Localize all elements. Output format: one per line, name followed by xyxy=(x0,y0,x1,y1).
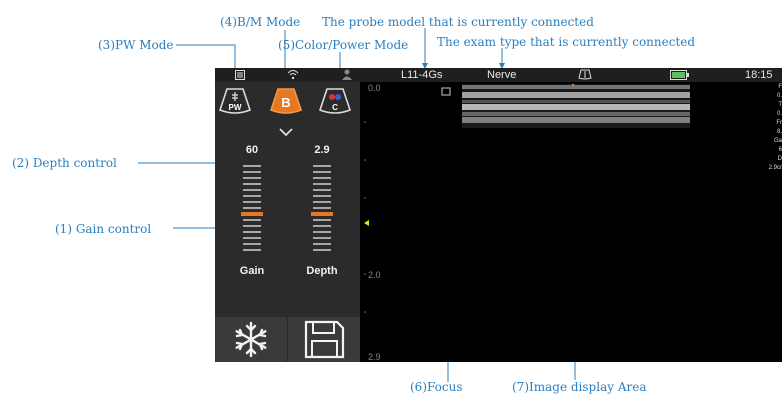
param-6: Ga xyxy=(773,138,782,144)
pw-mode-button[interactable]: PW xyxy=(218,86,252,116)
param-0: F xyxy=(778,84,782,90)
param-5: 8. xyxy=(776,129,782,135)
depth-label: Depth xyxy=(306,265,338,277)
save-icon xyxy=(304,320,345,359)
freeze-button[interactable] xyxy=(215,317,287,362)
save-button[interactable] xyxy=(288,317,360,362)
b-mode-button[interactable]: B xyxy=(269,86,303,116)
param-4: Fr xyxy=(776,120,782,126)
chevron-down-icon[interactable] xyxy=(279,122,293,141)
depth-slider[interactable] xyxy=(311,162,333,257)
exam-type-label: Nerve xyxy=(487,69,517,81)
focus-marker[interactable] xyxy=(364,220,369,226)
device-screen: L11-4Gs Nerve 18:15 PW B C 60 2.9 Gain D… xyxy=(215,68,782,362)
status-bar: L11-4Gs Nerve 18:15 xyxy=(215,68,782,82)
param-8: D xyxy=(777,156,782,162)
param-2: T xyxy=(778,102,782,108)
image-display-area[interactable]: 0.0 2.0 2.9 F 0. T 0. Fr 8. Ga 6 D 2.9cr xyxy=(360,82,782,362)
param-7: 6 xyxy=(778,147,782,153)
gain-value: 60 xyxy=(245,144,259,156)
gain-label: Gain xyxy=(239,265,265,277)
b-mode-label: B xyxy=(281,95,291,110)
param-1: 0. xyxy=(776,93,782,99)
param-3: 0. xyxy=(776,111,782,117)
clock: 18:15 xyxy=(745,69,773,81)
pw-mode-label: PW xyxy=(228,103,242,112)
probe-model-label: L11-4Gs xyxy=(401,69,443,81)
param-9: 2.9cr xyxy=(768,165,782,171)
snowflake-icon xyxy=(235,321,267,358)
ultrasound-image xyxy=(364,83,690,313)
left-control-panel: PW B C 60 2.9 Gain Depth xyxy=(215,82,360,362)
gain-slider[interactable] xyxy=(241,162,263,257)
color-mode-label: C xyxy=(332,103,338,112)
color-mode-button[interactable]: C xyxy=(318,86,352,116)
depth-value: 2.9 xyxy=(314,144,330,156)
